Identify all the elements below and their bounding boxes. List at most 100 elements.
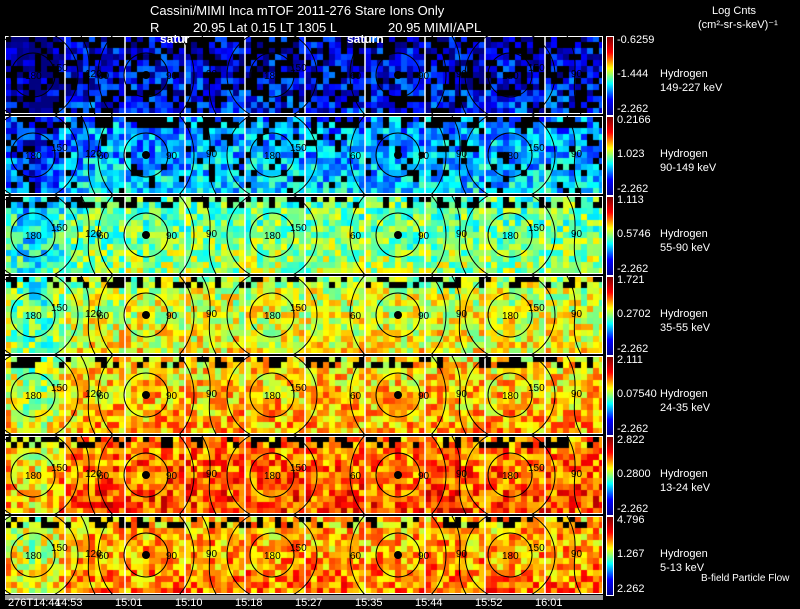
- colorbar: [606, 36, 614, 116]
- contour-label: 180: [264, 151, 281, 162]
- contour-label: 90: [166, 471, 178, 482]
- contour-label: 180: [25, 471, 42, 482]
- contour-center: [394, 151, 402, 159]
- contour-label: 150: [528, 223, 545, 234]
- contour-label: 90: [418, 471, 430, 482]
- contour-label: 180: [264, 471, 281, 482]
- contour-label: 180: [264, 311, 281, 322]
- x-tick-label: 14:53: [55, 597, 83, 609]
- panel-label: Hydrogen 13-24 keV: [660, 467, 710, 495]
- contour-label: 60: [350, 231, 362, 242]
- x-tick-label: 15:27: [295, 597, 323, 609]
- contour-label: 180: [502, 151, 519, 162]
- colorbar: [606, 516, 614, 596]
- contour-label: 150: [290, 383, 307, 394]
- contour-label: 150: [290, 543, 307, 554]
- spectrogram-panel: 180 150 180 150 180 150 90 60 90 60 120 90 90 90: [5, 436, 603, 514]
- contour-overlay: 1801501801501801509060 9060120 90 90 90: [5, 36, 603, 114]
- contour-label: 150: [528, 463, 545, 474]
- contour-overlay: 1801501801501801509060 9060120 90 90 90: [5, 116, 603, 194]
- contour-label: 90: [166, 71, 178, 82]
- contour-label: 60: [350, 471, 362, 482]
- x-tick-label: 15:18: [235, 597, 263, 609]
- colorbar: [606, 196, 614, 276]
- contour-label: 120: [85, 469, 102, 480]
- contour-label: 180: [264, 551, 281, 562]
- spectrogram-panel: 180 150 180 150 180 150 90 60 90 60 120 90 90 90: [5, 36, 603, 114]
- panel-label: Hydrogen 24-35 keV: [660, 387, 710, 415]
- contour-overlay: 1801501801501801509060 9060120 90 90 90: [5, 516, 603, 594]
- contour-label: 90: [456, 309, 468, 320]
- contour-label: 120: [85, 309, 102, 320]
- contour-label: 90: [166, 311, 178, 322]
- marker-right: saturn: [347, 32, 384, 46]
- contour-label: 90: [571, 229, 583, 240]
- species-label: Hydrogen: [660, 388, 708, 400]
- colorbar-cmid-label: -1.444: [617, 68, 649, 80]
- contour-label: 180: [25, 151, 42, 162]
- contour-label: 180: [25, 311, 42, 322]
- species-label: Hydrogen: [660, 468, 708, 480]
- contour-label: 90: [571, 69, 583, 80]
- colorbar-cmid-label: 0.2702: [617, 308, 651, 320]
- colorbar-cmid-label: 1.267: [617, 548, 645, 560]
- species-label: Hydrogen: [660, 228, 708, 240]
- contour-label: 90: [456, 149, 468, 160]
- species-label: Hydrogen: [660, 148, 708, 160]
- contour-label: 150: [51, 383, 68, 394]
- contour-label: 150: [528, 543, 545, 554]
- contour-label: 60: [350, 311, 362, 322]
- spectrogram-panel: 180 150 180 150 180 150 90 60 90 60 120 90 90 90: [5, 196, 603, 274]
- contour-label: 60: [350, 71, 362, 82]
- r-label: R: [150, 20, 160, 35]
- colorbar-cmax-label: 4.796: [617, 514, 645, 526]
- contour-center: [142, 391, 150, 399]
- contour-label: 90: [206, 69, 218, 80]
- contour-label: 120: [85, 69, 102, 80]
- contour-label: 60: [350, 151, 362, 162]
- panel-label: Hydrogen 55-90 keV: [660, 227, 710, 255]
- contour-center: [394, 231, 402, 239]
- contour-label: 150: [51, 303, 68, 314]
- contour-overlay: 1801501801501801509060 9060120 90 90 90: [5, 436, 603, 514]
- contour-label: 90: [571, 389, 583, 400]
- colorbar: [606, 436, 614, 516]
- contour-label: 90: [206, 469, 218, 480]
- contour-label: 90: [166, 151, 178, 162]
- contour-label: 180: [502, 391, 519, 402]
- colorbar-cmin-label: 2.262: [617, 583, 645, 595]
- contour-label: 150: [51, 63, 68, 74]
- x-tick-label: 15:10: [175, 597, 203, 609]
- spectrogram-panel: 180 150 180 150 180 150 90 60 90 60 120 90 90 90: [5, 116, 603, 194]
- contour-label: 90: [206, 309, 218, 320]
- contour-label: 180: [502, 231, 519, 242]
- contour-label: 180: [502, 311, 519, 322]
- contour-label: 90: [571, 469, 583, 480]
- contour-label: 90: [456, 69, 468, 80]
- contour-label: 60: [350, 391, 362, 402]
- colorbar-cmid-label: 1.023: [617, 148, 645, 160]
- contour-label: 90: [206, 149, 218, 160]
- contour-label: 90: [456, 469, 468, 480]
- contour-label: 90: [418, 71, 430, 82]
- contour-label: 120: [85, 149, 102, 160]
- contour-label: 90: [166, 551, 178, 562]
- spectrogram-panel: 180 150 180 150 180 150 90 60 90 60 120 90 90 90: [5, 356, 603, 434]
- contour-label: 150: [51, 463, 68, 474]
- contour-label: 180: [264, 391, 281, 402]
- x-tick-label: 276T14:44: [8, 597, 61, 609]
- contour-label: 150: [51, 543, 68, 554]
- contour-label: 150: [51, 143, 68, 154]
- x-tick-label: 16:01: [535, 597, 563, 609]
- energy-range-label: 90-149 keV: [660, 162, 717, 174]
- contour-label: 90: [571, 549, 583, 560]
- energy-range-label: 149-227 keV: [660, 82, 723, 94]
- contour-label: 180: [502, 71, 519, 82]
- colorbar-title: Log Cnts: [712, 5, 757, 17]
- contour-label: 150: [51, 223, 68, 234]
- contour-center: [142, 471, 150, 479]
- contour-label: 90: [206, 549, 218, 560]
- contour-label: 90: [166, 391, 178, 402]
- contour-label: 180: [264, 231, 281, 242]
- contour-label: 120: [85, 229, 102, 240]
